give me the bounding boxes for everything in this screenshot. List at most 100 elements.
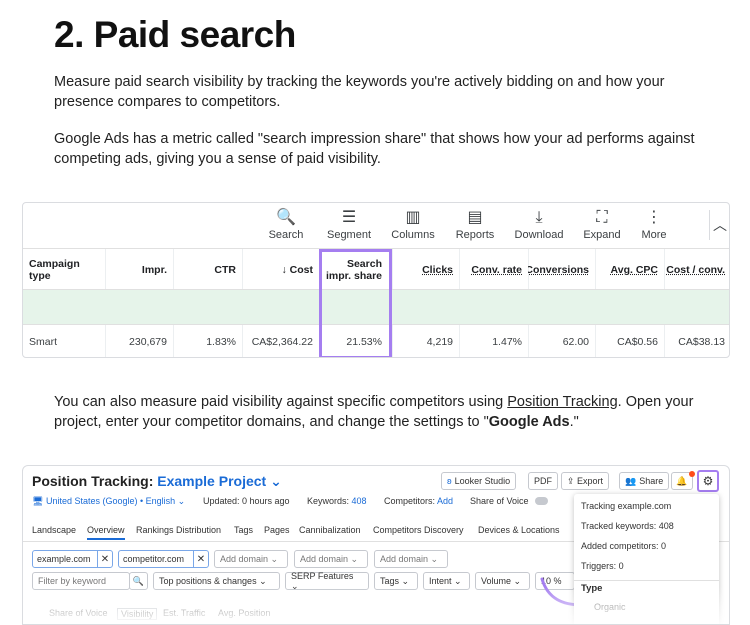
- tool-title-label: Position Tracking:: [32, 473, 154, 489]
- keywords-value[interactable]: 408: [352, 496, 367, 506]
- search-icon[interactable]: 🔍: [129, 572, 148, 590]
- volume-dropdown[interactable]: Volume ⌄: [475, 572, 530, 590]
- intent-dropdown[interactable]: Intent ⌄: [423, 572, 470, 590]
- tab-overview[interactable]: Overview: [87, 525, 125, 540]
- header-label: Conversions: [528, 263, 589, 276]
- notification-dot: [689, 471, 695, 477]
- more-icon: ⋮: [646, 209, 662, 226]
- paragraph-text: .": [569, 414, 579, 430]
- button-label: Share: [639, 476, 664, 486]
- gear-icon[interactable]: ⚙: [697, 470, 719, 492]
- header-label: Clicks: [422, 263, 453, 276]
- keywords-label: Keywords:: [307, 496, 350, 506]
- top-positions-dropdown[interactable]: Top positions & changes ⌄: [153, 572, 280, 590]
- toolbar-more-button[interactable]: ⋮ More: [624, 207, 684, 241]
- header-cost-per-conv[interactable]: Cost / conv.: [664, 249, 729, 290]
- expand-icon: ⛶: [596, 209, 608, 226]
- popup-tracked-keywords: Tracked keywords: 408: [581, 521, 674, 531]
- tab-devices-locations[interactable]: Devices & Locations: [478, 525, 560, 535]
- subtab-visibility[interactable]: Visibility: [117, 608, 158, 620]
- cell-avg-cpc: CA$0.56: [617, 336, 658, 348]
- subtab-est-traffic[interactable]: Est. Traffic: [163, 608, 205, 618]
- header-conversions[interactable]: Conversions: [528, 249, 595, 290]
- toolbar-expand-button[interactable]: ⛶ Expand: [572, 207, 632, 241]
- add-domain-dropdown[interactable]: Add domain ⌄: [294, 550, 368, 568]
- header-label: Avg. CPC: [610, 263, 658, 276]
- paragraph-text: You can also measure paid visibility aga…: [54, 394, 508, 410]
- serp-features-dropdown[interactable]: SERP Features ⌄: [285, 571, 369, 591]
- toolbar-label: Expand: [583, 229, 621, 241]
- toolbar-columns-button[interactable]: ▥ Columns: [383, 207, 443, 241]
- tab-competitors-discovery[interactable]: Competitors Discovery: [373, 525, 464, 535]
- header-campaign-type[interactable]: Campaign type: [23, 249, 105, 290]
- button-label: ⇪ Export: [567, 475, 604, 486]
- popup-type-organic[interactable]: Organic: [594, 602, 626, 612]
- header-avg-cpc[interactable]: Avg. CPC: [595, 249, 664, 290]
- keyword-filter-input[interactable]: Filter by keyword: [32, 572, 130, 590]
- toolbar-reports-button[interactable]: ▤ Reports: [445, 207, 505, 241]
- reports-icon: ▤: [467, 209, 483, 226]
- search-impr-share-highlight: [319, 249, 392, 357]
- add-domain-dropdown[interactable]: Add domain ⌄: [374, 550, 448, 568]
- popup-triggers: Triggers: 0: [581, 561, 624, 571]
- chevron-up-icon[interactable]: ︿: [711, 215, 729, 235]
- paragraph-intro: Measure paid search visibility by tracki…: [54, 74, 665, 110]
- add-domain-dropdown[interactable]: Add domain ⌄: [214, 550, 288, 568]
- header-label: Conv. rate: [471, 263, 522, 276]
- cell-conversions: 62.00: [562, 336, 589, 348]
- tab-landscape[interactable]: Landscape: [32, 525, 76, 535]
- google-ads-table-panel: 🔍 Search ☰ Segment ▥ Columns ▤ Reports ⤓…: [22, 202, 730, 358]
- position-tracking-link[interactable]: Position Tracking: [507, 394, 617, 410]
- share-button[interactable]: 👥 Share: [619, 472, 670, 490]
- export-button[interactable]: ⇪ Export: [561, 472, 610, 490]
- project-selector[interactable]: Example Project ⌄: [157, 473, 282, 489]
- tab-rankings-distribution[interactable]: Rankings Distribution: [136, 525, 221, 535]
- tab-cannibalization[interactable]: Cannibalization: [299, 525, 361, 535]
- looker-studio-icon: ʚ: [447, 476, 452, 486]
- toolbar-download-button[interactable]: ⤓ Download: [509, 207, 569, 241]
- paragraph-google-ads: Google Ads has a metric called "search i…: [54, 131, 695, 167]
- domain-chip-competitor[interactable]: competitor.com ✕: [118, 550, 209, 568]
- share-icon: 👥: [625, 475, 637, 486]
- cell-ctr: 1.83%: [206, 336, 236, 348]
- toolbar-label: Download: [514, 229, 564, 241]
- tags-dropdown[interactable]: Tags ⌄: [374, 572, 418, 590]
- header-cost[interactable]: ↓ Cost: [242, 249, 319, 290]
- monitor-icon: 🖥: [32, 496, 44, 506]
- toolbar-label: Reports: [455, 229, 495, 241]
- toolbar-segment-button[interactable]: ☰ Segment: [319, 207, 379, 241]
- looker-studio-button[interactable]: ʚ Looker Studio: [441, 472, 517, 490]
- popup-type-heading: Type: [581, 583, 603, 594]
- subtab-share-of-voice[interactable]: Share of Voice: [49, 608, 108, 618]
- toolbar-search-button[interactable]: 🔍 Search: [256, 207, 316, 241]
- segment-icon: ☰: [341, 209, 357, 226]
- header-impressions[interactable]: Impr.: [105, 249, 173, 290]
- google-ads-bold: Google Ads: [488, 414, 570, 430]
- chip-label: example.com: [37, 554, 91, 564]
- location-selector[interactable]: 🖥 United States (Google) • English ⌄: [32, 496, 185, 507]
- header-conv-rate[interactable]: Conv. rate: [459, 249, 528, 290]
- share-of-voice-toggle[interactable]: [535, 497, 548, 505]
- popup-added-competitors: Added competitors: 0: [581, 541, 667, 551]
- cell-impressions: 230,679: [129, 336, 167, 348]
- subtab-avg-position[interactable]: Avg. Position: [218, 608, 270, 618]
- share-of-voice-label: Share of Voice: [470, 496, 529, 506]
- pdf-button[interactable]: PDF: [528, 472, 558, 490]
- toolbar-label: More: [641, 229, 667, 241]
- popup-divider: [574, 580, 719, 581]
- header-ctr[interactable]: CTR: [173, 249, 242, 290]
- cell-campaign-type: Smart: [29, 336, 58, 348]
- toolbar-label: Search: [268, 229, 304, 241]
- header-clicks[interactable]: Clicks: [392, 249, 459, 290]
- cell-clicks: 4,219: [426, 336, 453, 348]
- domain-chip-example[interactable]: example.com ✕: [32, 550, 113, 568]
- tab-pages[interactable]: Pages: [264, 525, 290, 535]
- header-label: Cost / conv.: [666, 263, 725, 276]
- close-icon[interactable]: ✕: [97, 551, 112, 567]
- chip-label: competitor.com: [123, 554, 185, 564]
- close-icon[interactable]: ✕: [193, 551, 208, 567]
- tab-tags[interactable]: Tags: [234, 525, 253, 535]
- add-competitors-link[interactable]: Add: [437, 496, 453, 506]
- cell-cost-per-conv: CA$38.13: [678, 336, 725, 348]
- columns-icon: ▥: [405, 209, 421, 226]
